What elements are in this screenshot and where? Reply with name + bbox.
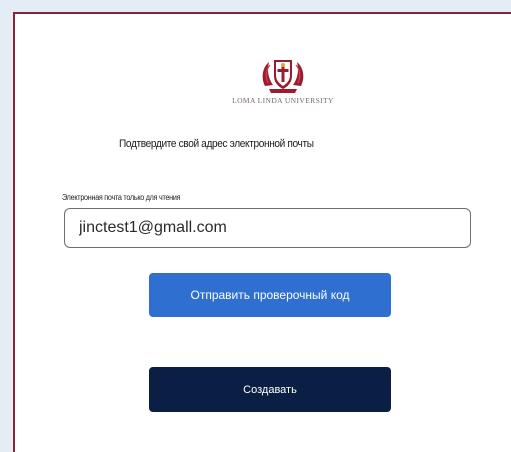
send-verification-code-button[interactable]: Отправить проверочный код [149,273,391,317]
email-field[interactable] [64,208,471,248]
university-name: LOMA LINDA UNIVERSITY [232,96,334,105]
verification-card: LOMA LINDA UNIVERSITY Подтвердите свой а… [13,12,511,452]
email-field-label: Электронная почта только для чтения [62,193,181,202]
create-button[interactable]: Создавать [149,367,391,412]
university-crest-icon [262,60,304,93]
page-heading: Подтвердите свой адрес электронной почты [119,138,314,150]
university-logo: LOMA LINDA UNIVERSITY [203,56,363,106]
